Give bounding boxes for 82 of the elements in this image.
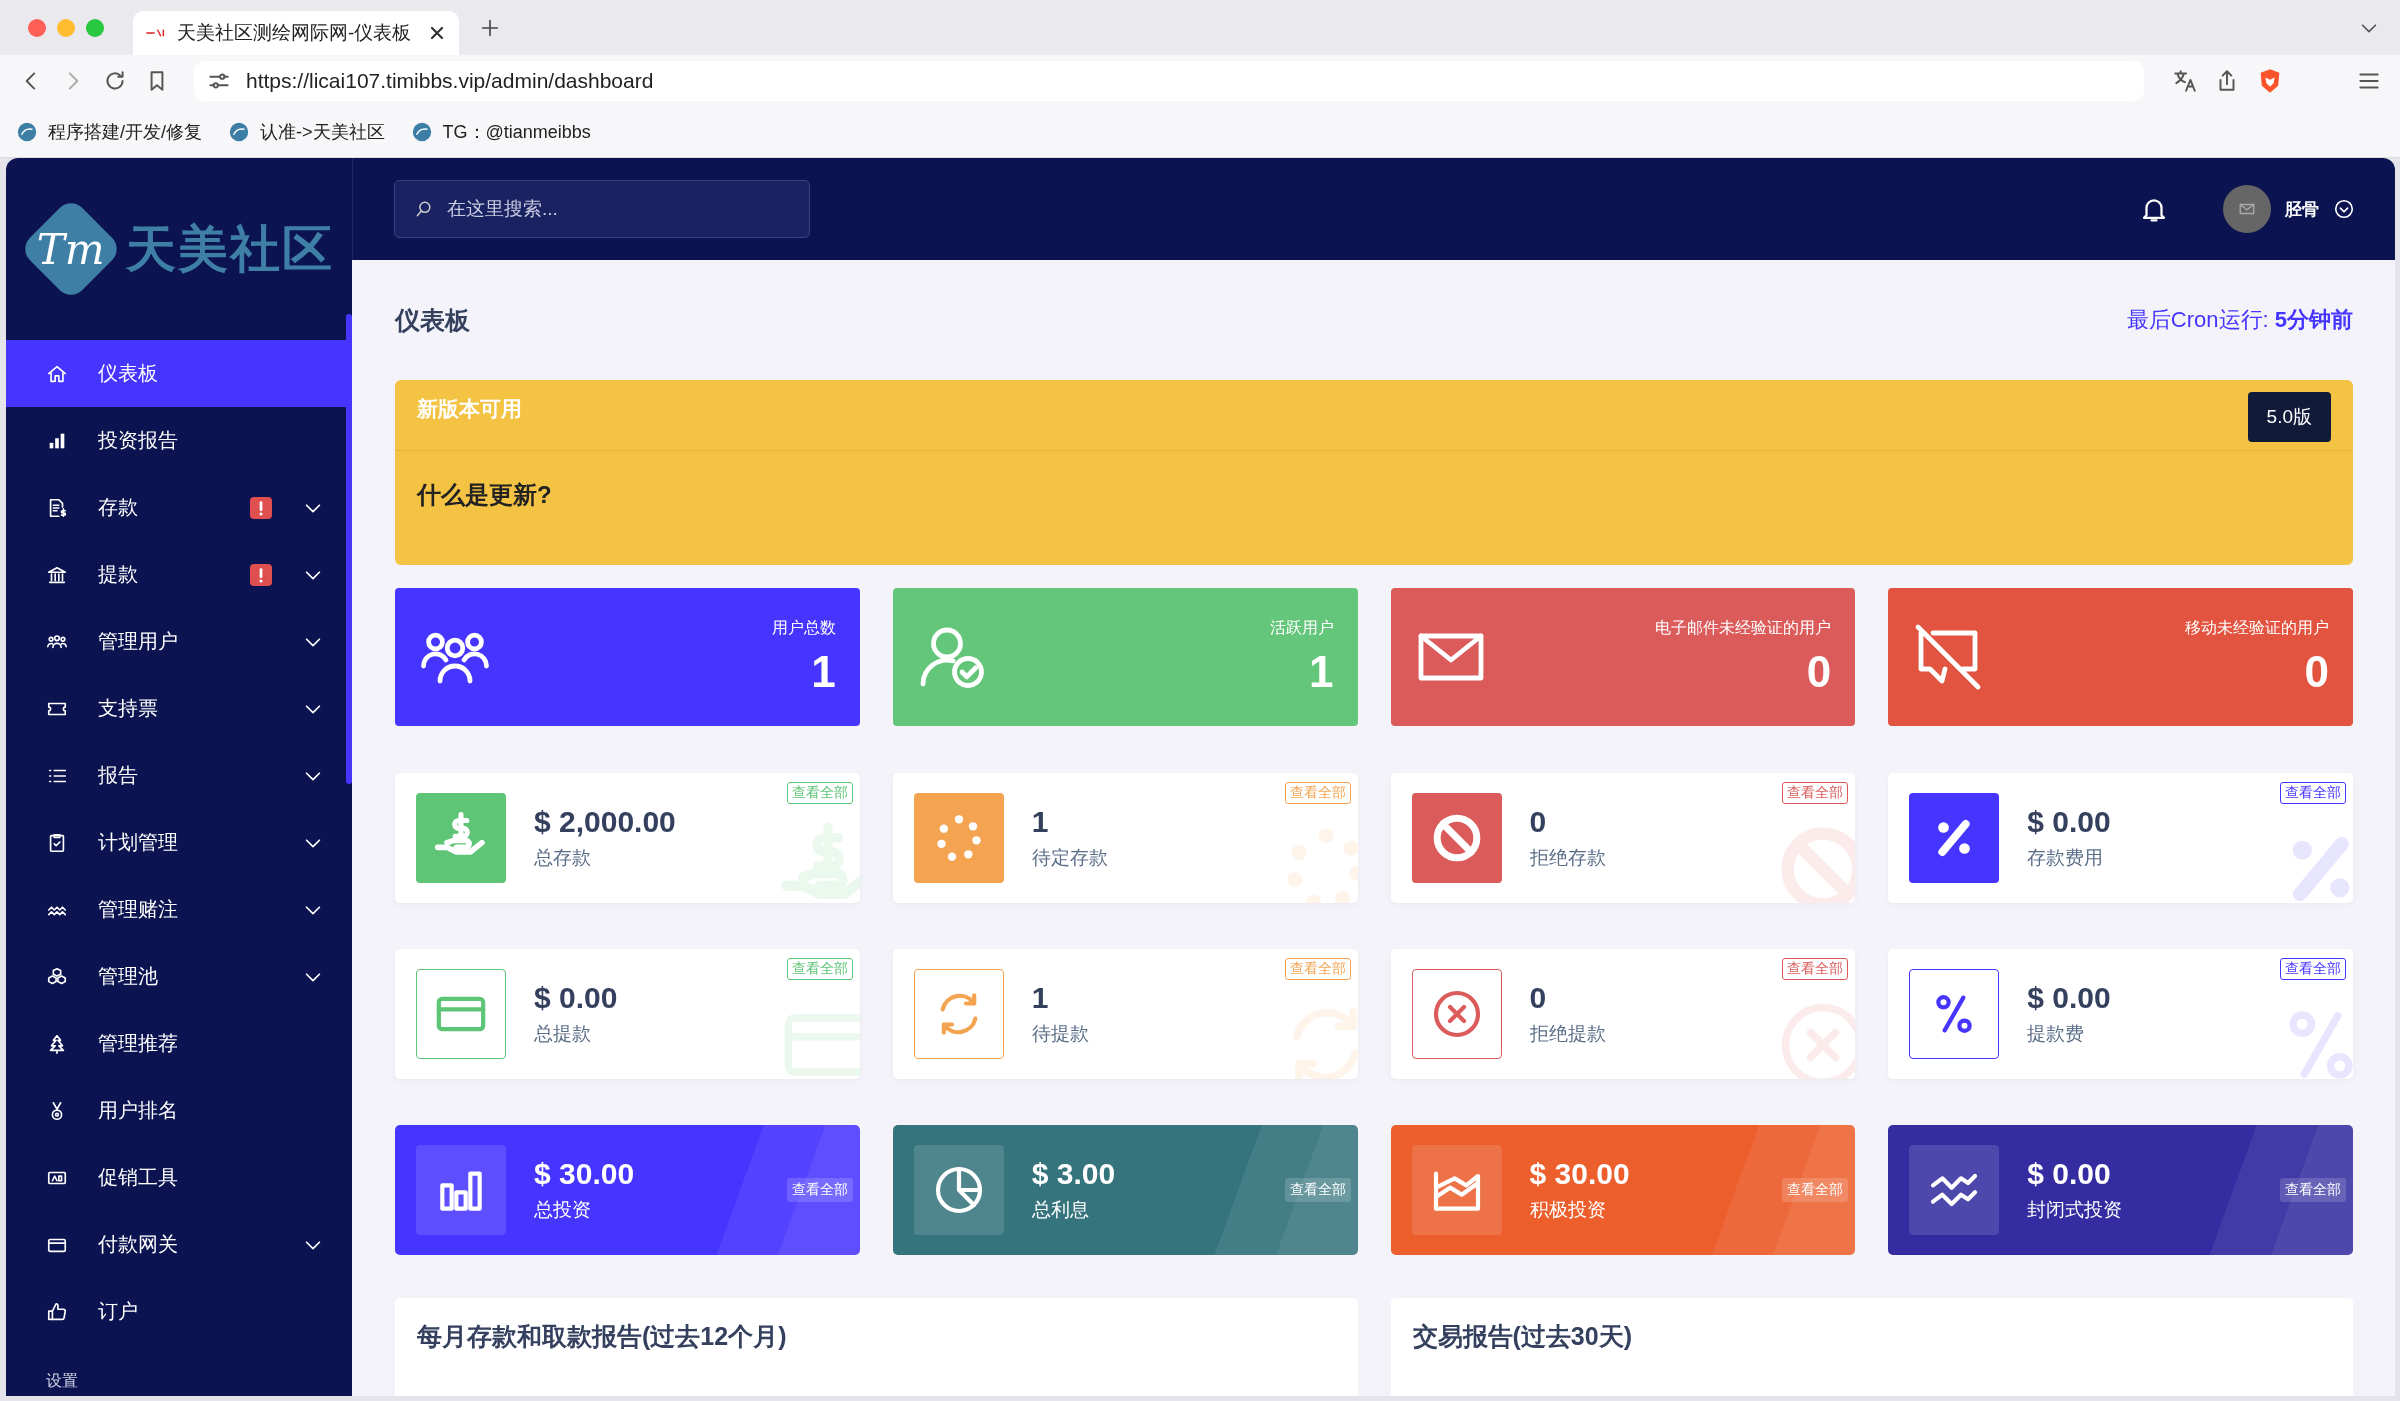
stat-label: 总投资 bbox=[534, 1198, 592, 1222]
stat-label: 待定存款 bbox=[1031, 846, 1108, 870]
sidebar-item[interactable]: 管理用户 bbox=[6, 608, 346, 675]
stat-value: 0 bbox=[1529, 805, 1548, 839]
stat-value: $ 0.00 bbox=[2027, 1157, 2112, 1191]
sidebar-item[interactable]: 提款 bbox=[6, 541, 346, 608]
search-icon bbox=[414, 199, 434, 219]
sidebar-item[interactable]: 报告 bbox=[6, 742, 346, 809]
browser-tab[interactable]: 天美社区测绘网际网-仪表板 bbox=[133, 11, 459, 55]
close-window-button[interactable] bbox=[28, 18, 46, 37]
favicon-icon bbox=[145, 27, 167, 39]
report-title: 交易报告(过去30天) bbox=[1412, 1322, 1632, 1350]
thumbs-up-icon bbox=[46, 1300, 68, 1323]
stat-value: 1 bbox=[811, 646, 836, 697]
stat-label: 移动未经验证的用户 bbox=[2185, 617, 2329, 638]
chevron-circle-icon bbox=[2333, 198, 2355, 220]
stat-value: 0 bbox=[1529, 981, 1548, 1015]
stat-label: 封闭式投资 bbox=[2027, 1198, 2123, 1222]
stat-value: $ 0.00 bbox=[534, 981, 618, 1015]
maximize-window-button[interactable] bbox=[86, 18, 104, 37]
bookmark-link[interactable]: TG：@tianmeibbs bbox=[410, 120, 591, 144]
stat-label: 总存款 bbox=[534, 846, 592, 870]
logo-text: 天美社区 bbox=[126, 219, 334, 279]
sidebar-item[interactable]: 支持票 bbox=[6, 675, 346, 742]
view-all-link[interactable]: 查看全部 bbox=[1782, 958, 1849, 980]
stat-value: $ 0.00 bbox=[2027, 981, 2111, 1015]
banner-title: 新版本可用 bbox=[417, 396, 522, 422]
sidebar-item[interactable]: 仪表板 bbox=[6, 340, 346, 407]
cron-status: 最后Cron运行: 5分钟前 bbox=[2126, 306, 2353, 334]
stat-label: 提款费 bbox=[2027, 1022, 2086, 1046]
sidebar-item[interactable]: 管理推荐 bbox=[6, 1010, 346, 1077]
banner-heading: 什么是更新? bbox=[415, 480, 553, 510]
sidebar-item[interactable]: 付款网关 bbox=[6, 1211, 346, 1278]
scrollbar[interactable] bbox=[346, 314, 352, 784]
view-all-link[interactable]: 查看全部 bbox=[2280, 958, 2346, 980]
stat-value: $ 30.00 bbox=[534, 1157, 635, 1191]
stat-value: $ 2,000.00 bbox=[534, 805, 676, 839]
section-label: 设置 bbox=[45, 1371, 79, 1391]
search-field[interactable]: 在这里搜索... bbox=[394, 180, 810, 238]
stat-label: 活跃用户 bbox=[1269, 617, 1334, 638]
stat-label: 电子邮件未经验证的用户 bbox=[1655, 617, 1832, 638]
globe-icon bbox=[228, 121, 250, 143]
sidebar-item[interactable]: 用户排名 bbox=[6, 1077, 346, 1144]
stat-label: 总提款 bbox=[534, 1022, 592, 1046]
address-bar[interactable]: https://licai107.timibbs.vip/admin/dashboard bbox=[194, 61, 2144, 101]
sidebar-item[interactable]: 管理池 bbox=[6, 943, 346, 1010]
sidebar-item[interactable]: 管理赌注 bbox=[6, 876, 346, 943]
globe-icon bbox=[410, 121, 433, 143]
view-all-link[interactable]: 查看全部 bbox=[1782, 782, 1849, 804]
stat-value: $ 3.00 bbox=[1031, 1157, 1116, 1191]
stat-label: 积极投资 bbox=[1529, 1198, 1607, 1222]
sidebar-item[interactable]: 存款 bbox=[6, 474, 346, 541]
stat-label: 待提款 bbox=[1031, 1022, 1089, 1046]
minimize-window-button[interactable] bbox=[57, 18, 75, 37]
user-name[interactable]: 胫骨 bbox=[2285, 197, 2319, 221]
stat-label: 用户总数 bbox=[771, 617, 836, 638]
stat-label: 存款费用 bbox=[2027, 846, 2105, 870]
page-title: 仪表板 bbox=[395, 304, 470, 336]
stat-value: 0 bbox=[2304, 646, 2329, 697]
view-all-link[interactable]: 查看全部 bbox=[2280, 782, 2346, 804]
bookmark-link[interactable]: 认准->天美社区 bbox=[228, 120, 385, 144]
stat-label: 拒绝存款 bbox=[1529, 846, 1606, 870]
sidebar-item[interactable]: 投资报告 bbox=[6, 407, 346, 474]
sidebar-item[interactable]: 订户 bbox=[6, 1278, 346, 1345]
stat-value: 1 bbox=[1031, 805, 1050, 839]
stat-value: 0 bbox=[1806, 646, 1832, 697]
globe-icon bbox=[16, 121, 38, 143]
stat-value: $ 0.00 bbox=[2027, 805, 2111, 839]
stat-value: 1 bbox=[1309, 646, 1334, 697]
stat-label: 总利息 bbox=[1031, 1198, 1090, 1222]
view-all-link[interactable]: 查看全部 bbox=[786, 1178, 853, 1202]
translate-icon bbox=[2172, 68, 2198, 94]
stat-label: 拒绝提款 bbox=[1529, 1022, 1606, 1046]
stat-value: 1 bbox=[1031, 981, 1050, 1015]
bookmark-link[interactable]: 程序搭建/开发/修复 bbox=[16, 120, 202, 144]
avatar[interactable] bbox=[2223, 185, 2271, 233]
view-all-link[interactable]: 查看全部 bbox=[2280, 1178, 2346, 1202]
stat-value: $ 30.00 bbox=[1529, 1157, 1630, 1191]
version-badge: 5.0版 bbox=[2247, 392, 2331, 442]
sidebar-item[interactable]: 促销工具 bbox=[6, 1144, 346, 1211]
report-title: 每月存款和取款报告(过去12个月) bbox=[417, 1322, 787, 1350]
sidebar-item[interactable]: 计划管理 bbox=[6, 809, 346, 876]
